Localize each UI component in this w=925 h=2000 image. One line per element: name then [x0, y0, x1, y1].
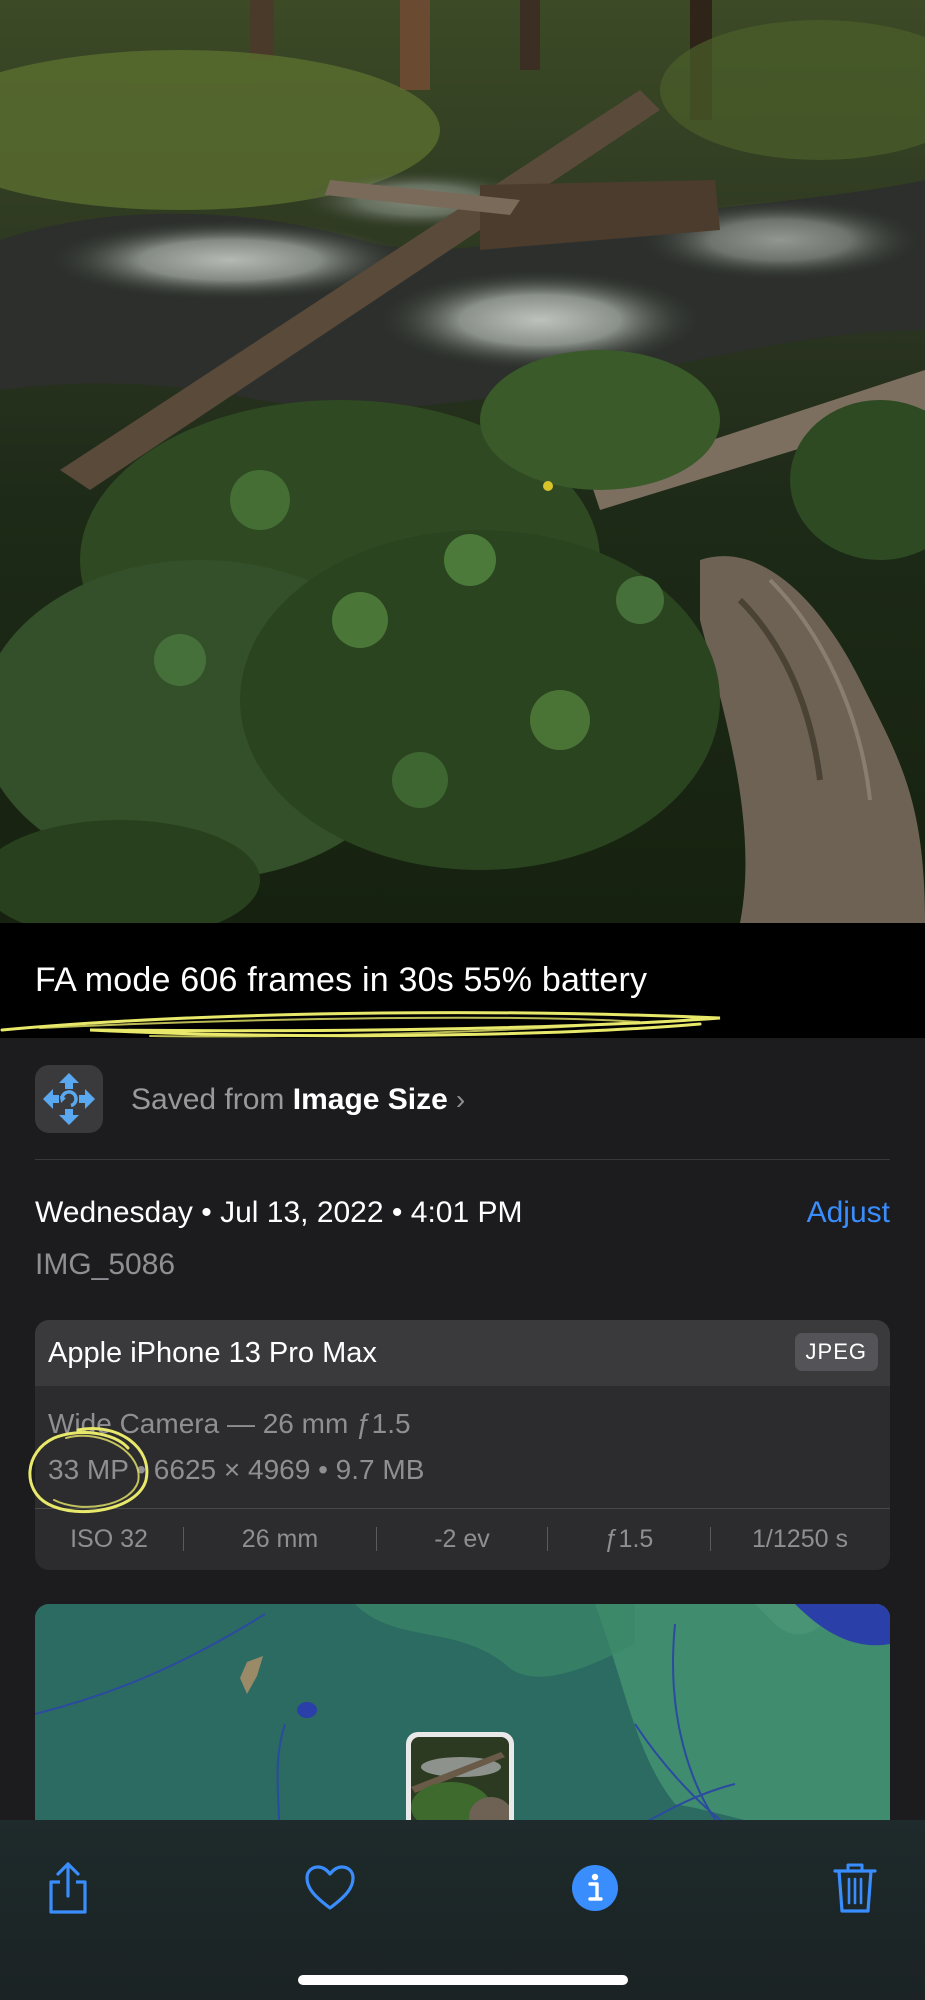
saved-from-label[interactable]: Saved from Image Size › — [131, 1083, 465, 1117]
spec-separator: • — [318, 1454, 328, 1485]
forest-stream-photo — [0, 0, 925, 923]
exif-iso: ISO 32 — [70, 1524, 148, 1553]
saved-from-prefix: Saved from — [131, 1083, 285, 1116]
exif-exposure-bias: -2 ev — [434, 1524, 490, 1553]
time-separator: • — [391, 1196, 403, 1229]
filename: IMG_5086 — [35, 1248, 176, 1281]
home-indicator[interactable] — [298, 1975, 628, 1985]
exif-shutter: 1/1250 s — [752, 1524, 848, 1553]
pixel-dimensions: 6625 × 4969 — [153, 1454, 311, 1485]
capture-date: Jul 13, 2022 — [220, 1196, 384, 1229]
info-button[interactable] — [565, 1858, 625, 1918]
capture-day: Wednesday — [35, 1196, 193, 1229]
trash-icon — [833, 1863, 877, 1913]
device-name: Apple iPhone 13 Pro Max — [48, 1337, 377, 1369]
adjust-button[interactable]: Adjust — [807, 1196, 890, 1230]
delete-button[interactable] — [825, 1858, 885, 1918]
highlighter-circle-annotation — [28, 1427, 149, 1514]
file-size: 9.7 MB — [335, 1454, 425, 1485]
exif-focal-length: 26 mm — [241, 1524, 319, 1553]
date-separator: • — [201, 1196, 212, 1229]
divider — [35, 1159, 890, 1160]
capture-time: 4:01 PM — [410, 1196, 523, 1229]
format-badge: JPEG — [794, 1333, 878, 1371]
exif-aperture: ƒ1.5 — [604, 1524, 654, 1553]
saved-from-app-name: Image Size — [292, 1083, 448, 1116]
image-size-app-icon — [35, 1065, 103, 1133]
info-icon — [572, 1865, 618, 1911]
chevron-right-icon: › — [455, 1084, 466, 1115]
share-button[interactable] — [38, 1858, 98, 1918]
capture-date-line: Wednesday • Jul 13, 2022 • 4:01 PM — [35, 1196, 523, 1230]
share-icon — [49, 1862, 87, 1914]
bottom-toolbar — [0, 1820, 925, 2000]
heart-icon — [305, 1865, 355, 1910]
caption-text[interactable]: FA mode 606 frames in 30s 55% battery — [35, 961, 647, 1000]
favorite-button[interactable] — [300, 1858, 360, 1918]
saved-from-row[interactable]: Saved from Image Size › — [35, 1065, 890, 1135]
metadata-card-header: Apple iPhone 13 Pro Max JPEG — [35, 1320, 890, 1386]
photo-viewer[interactable] — [0, 0, 925, 923]
